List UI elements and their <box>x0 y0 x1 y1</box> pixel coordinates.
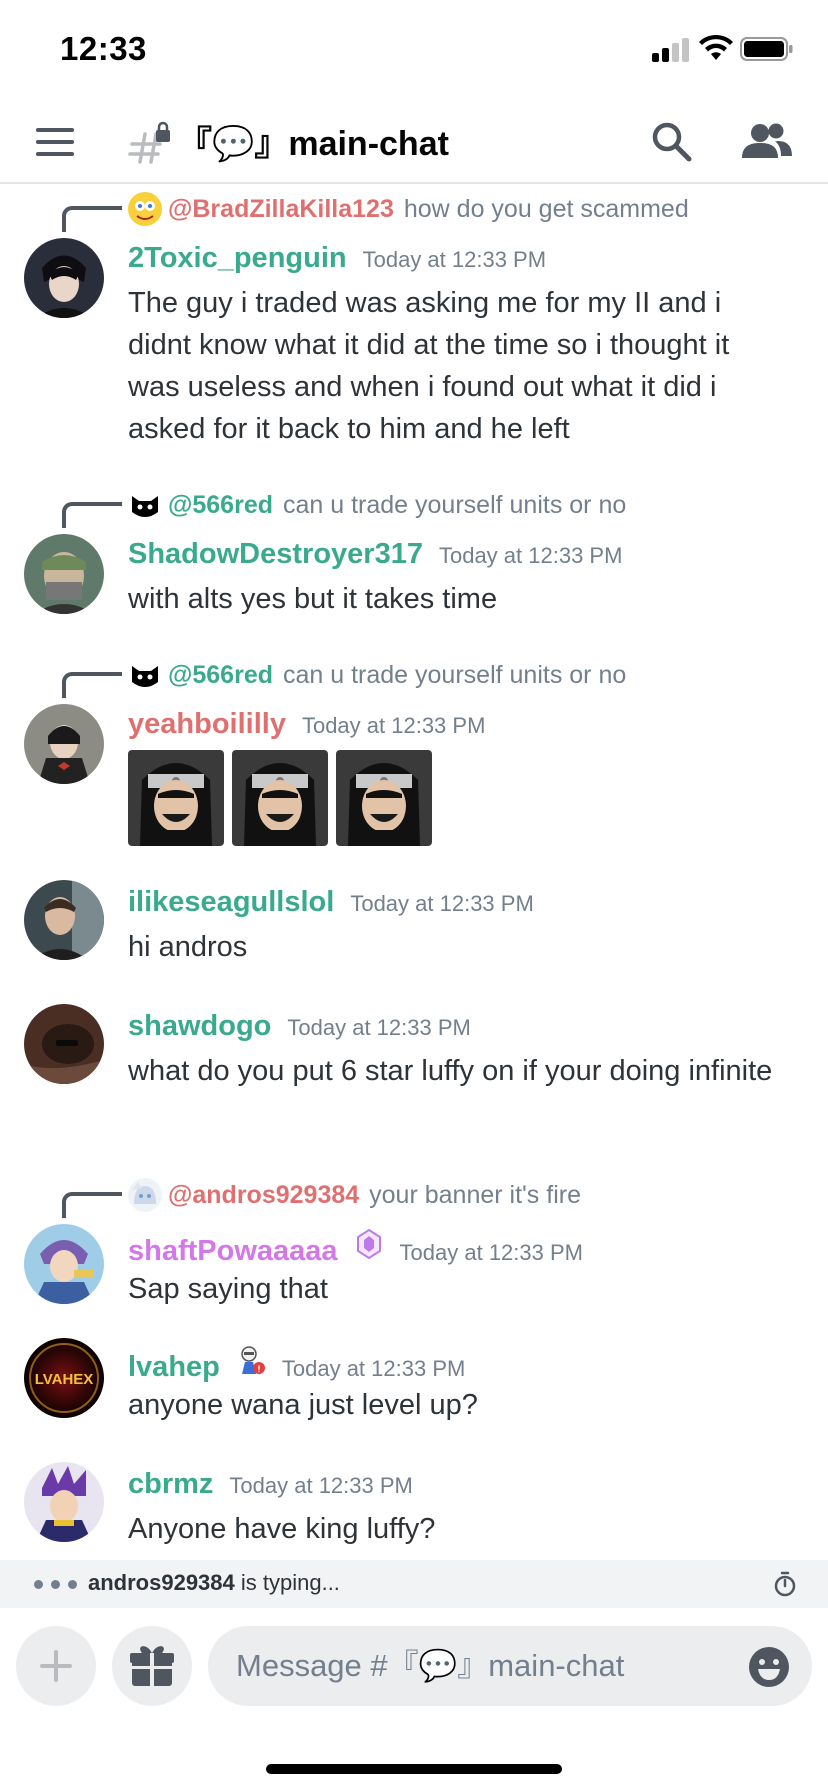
channel-header: 『💬』main-chat <box>0 100 828 184</box>
gift-icon <box>130 1646 174 1686</box>
message-content: what do you put 6 star luffy on if your … <box>128 1055 773 1087</box>
avatar[interactable] <box>24 534 104 614</box>
timestamp: Today at 12:33 PM <box>301 713 486 738</box>
reply-connector <box>62 502 122 528</box>
typing-indicator-bar: andros929384 is typing... <box>0 1560 828 1608</box>
author-name[interactable]: cbrmz <box>128 1468 213 1501</box>
reply-avatar <box>128 488 162 522</box>
search-icon[interactable] <box>648 118 696 166</box>
message-header: 2Toxic_penguin Today at 12:33 PM <box>128 242 546 275</box>
custom-status-emoji-icon[interactable]: ! <box>236 1344 266 1376</box>
message-header: shaftPowaaaaa Today at 12:33 PM <box>128 1228 583 1268</box>
custom-emoji-row <box>128 750 432 846</box>
message-header: lvahep ! Today at 12:33 PM <box>128 1344 465 1384</box>
gift-button[interactable] <box>112 1626 192 1706</box>
typing-dots-icon <box>34 1580 77 1589</box>
reply-text: can u trade yourself units or no <box>283 660 627 689</box>
timestamp: Today at 12:33 PM <box>281 1356 466 1381</box>
message-header: cbrmz Today at 12:33 PM <box>128 1468 413 1501</box>
author-name[interactable]: shawdogo <box>128 1010 271 1043</box>
timestamp: Today at 12:33 PM <box>362 247 547 272</box>
wifi-icon <box>699 34 733 60</box>
timestamp: Today at 12:33 PM <box>229 1473 413 1498</box>
reply-connector <box>62 206 122 232</box>
reply-avatar <box>128 1178 162 1212</box>
reply-connector <box>62 672 122 698</box>
reply-author[interactable]: @566red <box>168 661 273 690</box>
avatar[interactable]: LVAHEX <box>24 1338 104 1418</box>
reply-author[interactable]: @BradZillaKilla123 <box>168 195 394 224</box>
hamburger-menu-icon[interactable] <box>36 126 76 158</box>
home-indicator <box>266 1764 562 1774</box>
status-bar: 12:33 <box>0 0 828 100</box>
message-content: Anyone have king luffy? <box>128 1513 436 1545</box>
typing-indicator-text: andros929384 is typing... <box>88 1570 340 1596</box>
message-list[interactable]: @BradZillaKilla123 how do you get scamme… <box>0 186 828 1560</box>
reply-preview[interactable]: @BradZillaKilla123 how do you get scamme… <box>128 191 689 227</box>
message-header: shawdogo Today at 12:33 PM <box>128 1010 471 1043</box>
author-name[interactable]: shaftPowaaaaa <box>128 1235 338 1268</box>
svg-text:!: ! <box>257 1364 260 1374</box>
attach-button[interactable] <box>16 1626 96 1706</box>
message-content: anyone wana just level up? <box>128 1389 478 1421</box>
reply-text: can u trade yourself units or no <box>283 490 627 519</box>
timestamp: Today at 12:33 PM <box>350 891 534 916</box>
reply-preview[interactable]: @566red can u trade yourself units or no <box>128 487 626 523</box>
message-content: Sap saying that <box>128 1273 328 1305</box>
reply-preview[interactable]: @566red can u trade yourself units or no <box>128 657 626 693</box>
cellular-signal-icon <box>652 38 692 62</box>
battery-icon <box>740 37 793 61</box>
locked-channel-hash-icon <box>128 121 170 164</box>
slowmode-timer-icon[interactable] <box>772 1570 798 1598</box>
reply-avatar <box>128 658 162 692</box>
nitro-boost-badge-icon[interactable] <box>354 1228 384 1260</box>
emoji-picker-icon[interactable] <box>748 1646 790 1688</box>
author-name[interactable]: ShadowDestroyer317 <box>128 538 423 571</box>
message-input[interactable] <box>208 1626 812 1706</box>
reply-text: how do you get scammed <box>403 194 689 223</box>
avatar[interactable] <box>24 1224 104 1304</box>
plus-icon <box>40 1650 72 1682</box>
avatar[interactable] <box>24 880 104 960</box>
reply-connector <box>62 1192 122 1218</box>
reply-author[interactable]: @566red <box>168 491 273 520</box>
avatar[interactable] <box>24 704 104 784</box>
typing-suffix: is typing... <box>234 1570 340 1595</box>
timestamp: Today at 12:33 PM <box>438 543 623 568</box>
reply-author[interactable]: @andros929384 <box>168 1181 359 1210</box>
message-content: hi andros <box>128 931 248 963</box>
laughing-ninja-emoji[interactable] <box>232 750 328 846</box>
avatar[interactable] <box>24 1004 104 1084</box>
author-name[interactable]: ilikeseagullslol <box>128 886 334 919</box>
reply-preview[interactable]: @andros929384 your banner it's fire <box>128 1177 581 1213</box>
timestamp: Today at 12:33 PM <box>287 1015 471 1040</box>
timestamp: Today at 12:33 PM <box>399 1240 583 1265</box>
members-list-icon[interactable] <box>740 118 794 166</box>
avatar[interactable] <box>24 1462 104 1542</box>
reply-text: your banner it's fire <box>369 1180 581 1209</box>
author-name[interactable]: yeahboililly <box>128 708 286 741</box>
reply-avatar <box>128 192 162 226</box>
laughing-ninja-emoji[interactable] <box>336 750 432 846</box>
laughing-ninja-emoji[interactable] <box>128 750 224 846</box>
message-content: with alts yes but it takes time <box>128 583 498 615</box>
message-header: ilikeseagullslol Today at 12:33 PM <box>128 886 534 919</box>
svg-text:LVAHEX: LVAHEX <box>35 1371 94 1388</box>
message-composer <box>0 1610 828 1724</box>
message-header: yeahboililly Today at 12:33 PM <box>128 708 485 741</box>
author-name[interactable]: 2Toxic_penguin <box>128 242 347 275</box>
message-content: The guy i traded was asking me for my II… <box>128 287 730 445</box>
typing-user: andros929384 <box>88 1570 235 1595</box>
author-name[interactable]: lvahep <box>128 1351 220 1384</box>
channel-title: 『💬』main-chat <box>178 125 449 163</box>
status-time: 12:33 <box>60 30 147 67</box>
avatar[interactable] <box>24 238 104 318</box>
message-header: ShadowDestroyer317 Today at 12:33 PM <box>128 538 622 571</box>
